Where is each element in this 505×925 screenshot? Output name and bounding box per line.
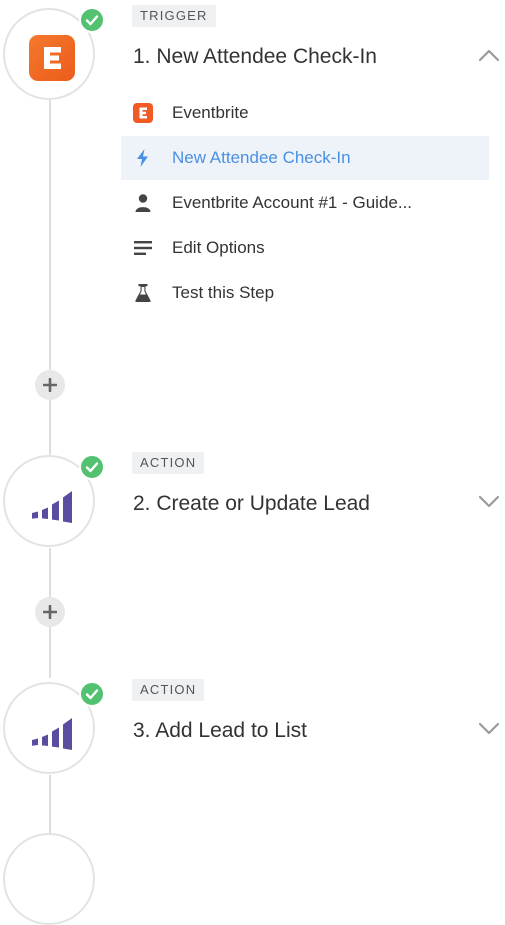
lightning-icon bbox=[133, 148, 153, 168]
check-icon bbox=[79, 454, 105, 480]
plus-icon bbox=[43, 378, 57, 392]
step-type-badge: ACTION bbox=[132, 452, 205, 474]
person-icon bbox=[133, 193, 153, 213]
subitem-label: Edit Options bbox=[172, 238, 265, 257]
list-icon bbox=[133, 238, 153, 258]
plus-icon bbox=[43, 605, 57, 619]
subitem-label: New Attendee Check-In bbox=[172, 148, 351, 167]
chevron-down-icon[interactable] bbox=[478, 722, 500, 741]
add-step-button[interactable] bbox=[35, 370, 65, 400]
subitem-account[interactable]: Eventbrite Account #1 - Guide... bbox=[121, 181, 489, 225]
chevron-down-icon[interactable] bbox=[478, 495, 500, 514]
add-step-button[interactable] bbox=[35, 597, 65, 627]
check-icon bbox=[79, 681, 105, 707]
subitem-edit-options[interactable]: Edit Options bbox=[121, 226, 489, 270]
check-icon bbox=[79, 7, 105, 33]
subitem-test-step[interactable]: Test this Step bbox=[121, 271, 489, 315]
subitem-label: Eventbrite Account #1 - Guide... bbox=[172, 193, 413, 212]
flask-icon bbox=[133, 283, 153, 303]
step-type-badge: ACTION bbox=[132, 679, 205, 701]
subitem-app[interactable]: Eventbrite bbox=[121, 91, 489, 135]
subitem-trigger-event[interactable]: New Attendee Check-In bbox=[121, 136, 489, 180]
eventbrite-icon bbox=[133, 103, 153, 123]
subitem-label: Test this Step bbox=[172, 283, 275, 302]
connector-line bbox=[49, 100, 51, 455]
marketo-logo-icon bbox=[32, 718, 72, 750]
connector-line bbox=[49, 775, 51, 835]
chevron-up-icon[interactable] bbox=[478, 48, 500, 67]
step-4-app-circle bbox=[3, 833, 95, 925]
marketo-logo-icon bbox=[32, 491, 72, 523]
eventbrite-logo-icon bbox=[29, 35, 75, 81]
step-title[interactable]: 3. Add Lead to List bbox=[133, 719, 307, 743]
step-type-badge: TRIGGER bbox=[132, 5, 216, 27]
subitem-label: Eventbrite bbox=[172, 103, 249, 122]
step-title[interactable]: 2. Create or Update Lead bbox=[133, 492, 370, 516]
step-title[interactable]: 1. New Attendee Check-In bbox=[133, 45, 377, 69]
